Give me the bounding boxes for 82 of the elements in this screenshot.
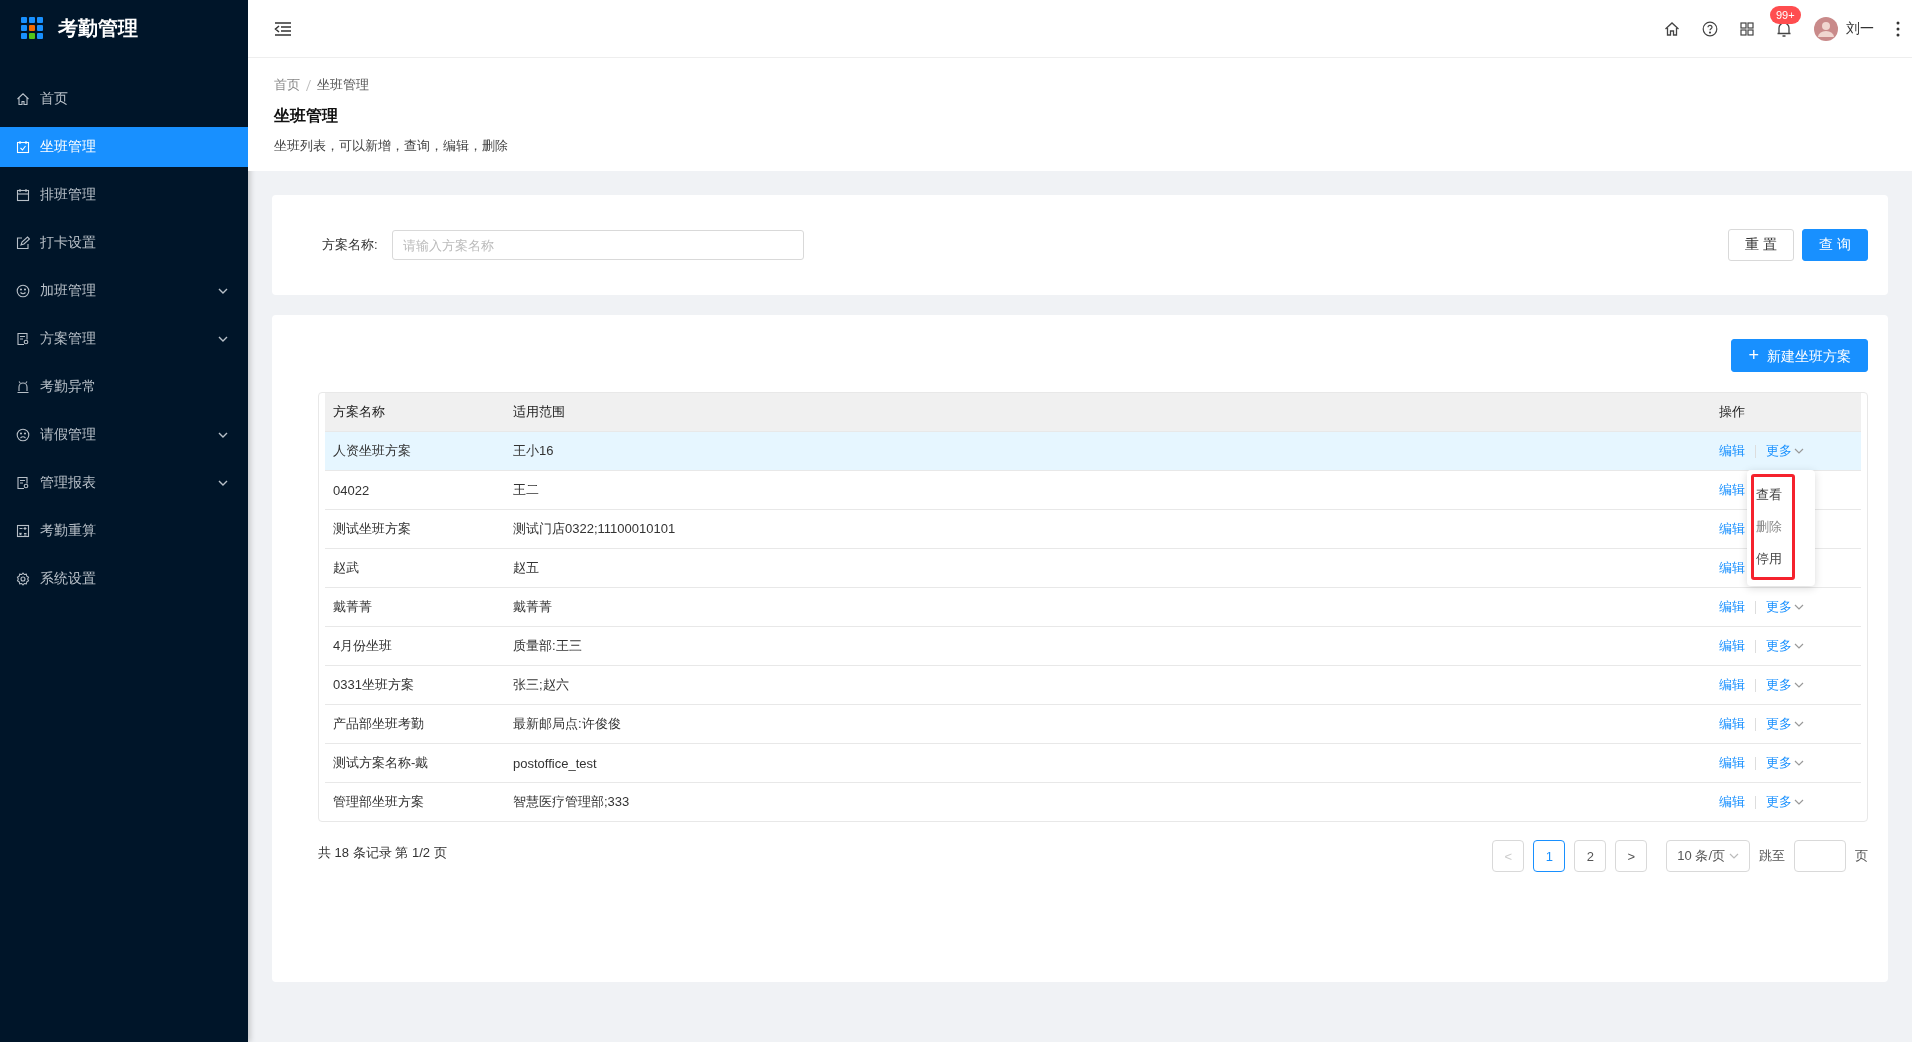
chevron-down-icon [218, 432, 228, 438]
table-cell-text: 测试坐班方案 [333, 520, 412, 538]
frown-icon [16, 428, 30, 442]
menu-item[interactable]: 删除 [1756, 511, 1782, 543]
calculator-icon [16, 524, 30, 538]
sidebar-item[interactable]: 排班管理 [0, 175, 248, 215]
table-cell-text: 人资坐班方案 [333, 442, 412, 460]
home-icon [16, 92, 30, 106]
menu-item[interactable]: 查看 [1756, 479, 1782, 511]
table-cell-text: 0331坐班方案 [333, 676, 415, 694]
document-icon [16, 332, 30, 346]
table-cell-text: 王二 [513, 481, 540, 499]
edit-icon [16, 236, 30, 250]
breadcrumb-item[interactable]: 首页 [274, 76, 300, 94]
table-cell-text: 测试方案名称-戴 [333, 754, 430, 772]
column-header: 操作 [1719, 403, 1746, 421]
sidebar-item[interactable]: 方案管理 [0, 319, 248, 359]
table-cell-text: 戴菁菁 [333, 598, 373, 616]
table-cell-text: 4月份坐班 [333, 637, 394, 655]
more-icon[interactable] [1896, 20, 1900, 37]
page-size-select[interactable]: 10 条/页 [1666, 840, 1750, 872]
table-cell-text: 04022 [333, 482, 371, 498]
sidebar-item[interactable]: 加班管理 [0, 271, 248, 311]
table-cell-text: 戴菁菁 [513, 598, 553, 616]
sidebar-item[interactable]: 考勤异常 [0, 367, 248, 407]
breadcrumb-item: 坐班管理 [317, 76, 369, 94]
page-suffix: 页 [1855, 847, 1868, 865]
field-label: 方案名称: [322, 236, 379, 254]
chevron-down-icon [1794, 682, 1804, 688]
sidebar-item[interactable]: 打卡设置 [0, 223, 248, 263]
table-cell-text: 最新邮局点:许俊俊 [513, 715, 622, 733]
sidebar-item[interactable]: 管理报表 [0, 463, 248, 503]
calendar-icon [16, 188, 30, 202]
table-cell-text: 测试门店0322;11100010101 [513, 520, 677, 538]
home-icon[interactable] [1664, 20, 1680, 37]
page-description: 坐班列表，可以新增，查询，编辑，删除 [274, 137, 509, 155]
chevron-down-icon [218, 480, 228, 486]
smile-icon [16, 284, 30, 298]
table-cell-text: 产品部坐班考勤 [333, 715, 425, 733]
chevron-down-icon [218, 288, 228, 294]
sidebar-item[interactable]: 系统设置 [0, 559, 248, 599]
chevron-down-icon [1794, 604, 1804, 610]
help-icon[interactable] [1702, 20, 1718, 37]
table-cell-text: 质量部:王三 [513, 637, 583, 655]
sidebar-item[interactable]: 考勤重算 [0, 511, 248, 551]
chevron-down-icon [1729, 853, 1739, 859]
reset-button[interactable]: 重 置 [1728, 229, 1795, 261]
avatar[interactable] [1814, 16, 1838, 41]
table-cell-text: 赵五 [513, 559, 540, 577]
document-icon [16, 476, 30, 490]
table-cell-text: 管理部坐班方案 [333, 793, 425, 811]
column-header: 方案名称 [333, 403, 386, 421]
sidebar-item[interactable]: 请假管理 [0, 415, 248, 455]
chevron-down-icon [1794, 721, 1804, 727]
app-title: 考勤管理 [58, 15, 138, 41]
sidebar-item[interactable]: 首页 [0, 79, 248, 119]
chevron-down-icon [1794, 799, 1804, 805]
next-page-button[interactable]: > [1615, 840, 1648, 872]
table-cell-text: postoffice_test [513, 755, 598, 771]
app-logo-icon [21, 17, 43, 39]
notification-badge: 99+ [1770, 5, 1801, 24]
menu-fold-icon[interactable] [274, 20, 292, 37]
grid-icon[interactable] [1740, 21, 1754, 36]
calendar-check-icon [16, 140, 30, 154]
table-cell-text: 智慧医疗管理部;333 [513, 793, 631, 811]
page-jump-field[interactable] [1794, 840, 1846, 872]
page-button[interactable]: 2 [1574, 840, 1607, 872]
alarm-icon [16, 380, 30, 394]
gear-icon [16, 572, 30, 586]
chevron-down-icon [1794, 448, 1804, 454]
user-name[interactable]: 刘一 [1846, 19, 1874, 38]
page-title: 坐班管理 [274, 106, 339, 126]
table-cell-text: 赵武 [333, 559, 360, 577]
search-field[interactable]: 请输入方案名称 [392, 230, 804, 260]
jump-label: 跳至 [1759, 847, 1785, 865]
table-cell-text: 张三;赵六 [513, 676, 570, 694]
table-cell-text: 王小16 [513, 442, 555, 460]
chevron-down-icon [1794, 760, 1804, 766]
column-header: 适用范围 [513, 403, 566, 421]
chevron-down-icon [1794, 643, 1804, 649]
chevron-down-icon [218, 336, 228, 342]
record-summary: 共 18 条记录 第 1/2 页 [318, 844, 447, 862]
